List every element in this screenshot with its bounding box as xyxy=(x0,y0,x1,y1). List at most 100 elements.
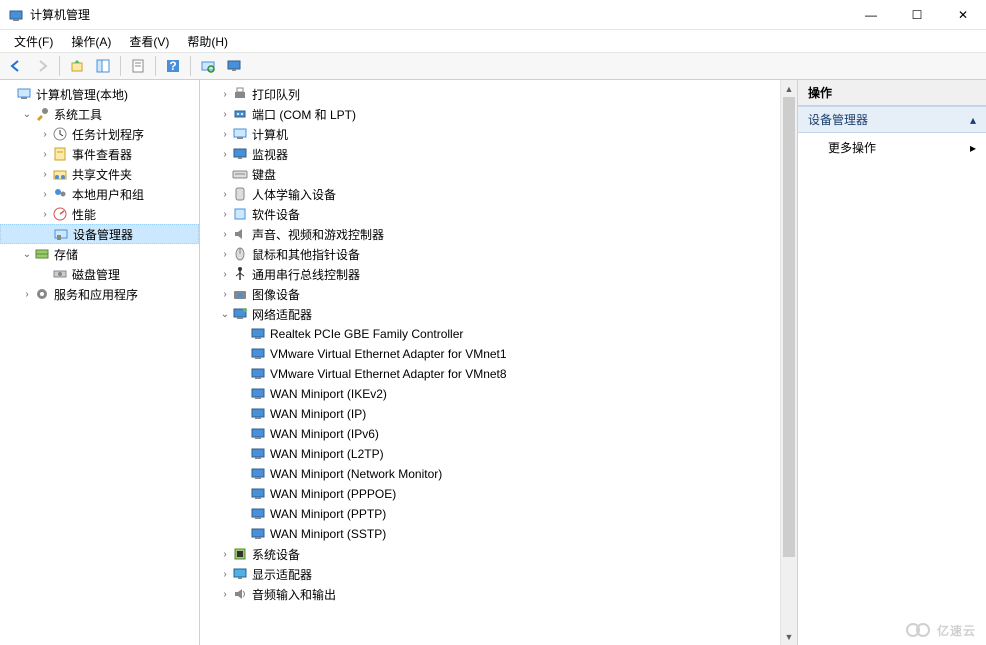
tree-item[interactable]: ›任务计划程序 xyxy=(0,124,199,144)
scroll-up-button[interactable]: ▲ xyxy=(781,80,797,97)
port-icon xyxy=(232,106,248,122)
expander-closed-icon[interactable]: › xyxy=(218,547,232,561)
forward-button[interactable] xyxy=(30,55,54,77)
expander-closed-icon[interactable]: › xyxy=(218,127,232,141)
usb-icon xyxy=(232,266,248,282)
toolbar: ? xyxy=(0,52,986,80)
more-actions-label: 更多操作 xyxy=(828,139,876,156)
tree-item[interactable]: ›共享文件夹 xyxy=(0,164,199,184)
software-icon xyxy=(232,206,248,222)
tree-item[interactable]: ›图像设备 xyxy=(214,284,797,304)
up-button[interactable] xyxy=(65,55,89,77)
tree-item-label: 系统工具 xyxy=(54,106,102,123)
console-tree[interactable]: ·计算机管理(本地) ⌄ 系统工具›任务计划程序›事件查看器›共享文件夹›本地用户和… xyxy=(0,84,199,304)
expander-closed-icon[interactable]: › xyxy=(38,207,52,221)
svg-text:?: ? xyxy=(169,59,176,73)
nic-icon xyxy=(250,466,266,482)
expander-closed-icon[interactable]: › xyxy=(218,87,232,101)
expander-closed-icon[interactable]: › xyxy=(38,127,52,141)
expander-closed-icon[interactable]: › xyxy=(218,567,232,581)
eventviewer-icon xyxy=(52,146,68,162)
expander-open-icon[interactable]: ⌄ xyxy=(20,247,34,261)
tree-item[interactable]: ·WAN Miniport (SSTP) xyxy=(214,524,797,544)
expander-closed-icon[interactable]: › xyxy=(38,187,52,201)
tree-item-label: VMware Virtual Ethernet Adapter for VMne… xyxy=(270,367,507,381)
scroll-thumb[interactable] xyxy=(783,97,795,557)
tree-item[interactable]: ›事件查看器 xyxy=(0,144,199,164)
back-button[interactable] xyxy=(4,55,28,77)
expander-closed-icon[interactable]: › xyxy=(218,107,232,121)
tree-item-label: 磁盘管理 xyxy=(72,266,120,283)
tree-item[interactable]: ›音频输入和输出 xyxy=(214,584,797,604)
tree-item[interactable]: ·WAN Miniport (Network Monitor) xyxy=(214,464,797,484)
tree-item[interactable]: ›性能 xyxy=(0,204,199,224)
device-tree[interactable]: ›打印队列›端口 (COM 和 LPT)›计算机›监视器·键盘›人体学输入设备›… xyxy=(200,80,797,608)
tree-item[interactable]: ·Realtek PCIe GBE Family Controller xyxy=(214,324,797,344)
nic-icon xyxy=(250,446,266,462)
more-actions-item[interactable]: 更多操作 ▸ xyxy=(798,133,986,162)
expander-closed-icon[interactable]: › xyxy=(38,147,52,161)
tree-item[interactable]: ·计算机管理(本地) xyxy=(0,84,199,104)
tree-item[interactable]: ·WAN Miniport (L2TP) xyxy=(214,444,797,464)
tree-item[interactable]: ·WAN Miniport (PPPOE) xyxy=(214,484,797,504)
tree-item[interactable]: ·WAN Miniport (IKEv2) xyxy=(214,384,797,404)
scroll-down-button[interactable]: ▼ xyxy=(781,628,797,645)
tree-item[interactable]: ·WAN Miniport (PPTP) xyxy=(214,504,797,524)
scan-hardware-button[interactable] xyxy=(196,55,220,77)
expander-closed-icon[interactable]: › xyxy=(218,147,232,161)
menu-file[interactable]: 文件(F) xyxy=(6,31,61,52)
expander-closed-icon[interactable]: › xyxy=(218,267,232,281)
help-button[interactable]: ? xyxy=(161,55,185,77)
tree-item[interactable]: ·磁盘管理 xyxy=(0,264,199,284)
tree-item[interactable]: ⌄存储 xyxy=(0,244,199,264)
tree-item-label: WAN Miniport (IKEv2) xyxy=(270,387,387,401)
expander-closed-icon[interactable]: › xyxy=(20,287,34,301)
tree-item[interactable]: ›本地用户和组 xyxy=(0,184,199,204)
tree-item[interactable]: ·设备管理器 xyxy=(0,224,199,244)
menu-view[interactable]: 查看(V) xyxy=(121,31,177,52)
expander-closed-icon[interactable]: › xyxy=(218,187,232,201)
tree-item[interactable]: ›人体学输入设备 xyxy=(214,184,797,204)
expander-open-icon[interactable]: ⌄ xyxy=(20,107,34,121)
tree-item[interactable]: ·VMware Virtual Ethernet Adapter for VMn… xyxy=(214,344,797,364)
tree-item[interactable]: ›端口 (COM 和 LPT) xyxy=(214,104,797,124)
nic-icon xyxy=(250,526,266,542)
tree-item[interactable]: ›计算机 xyxy=(214,124,797,144)
expander-closed-icon[interactable]: › xyxy=(218,207,232,221)
tree-item[interactable]: ·WAN Miniport (IPv6) xyxy=(214,424,797,444)
computer-icon xyxy=(232,126,248,142)
tree-item[interactable]: ›声音、视频和游戏控制器 xyxy=(214,224,797,244)
tree-item[interactable]: ⌄网络适配器 xyxy=(214,304,797,324)
tree-item-label: 软件设备 xyxy=(252,206,300,223)
vertical-scrollbar[interactable]: ▲ ▼ xyxy=(780,80,797,645)
expander-closed-icon[interactable]: › xyxy=(218,287,232,301)
monitor-button[interactable] xyxy=(222,55,246,77)
tree-item[interactable]: ›打印队列 xyxy=(214,84,797,104)
tree-item-label: 鼠标和其他指针设备 xyxy=(252,246,360,263)
expander-closed-icon[interactable]: › xyxy=(218,587,232,601)
close-button[interactable]: ✕ xyxy=(940,0,986,30)
menu-action[interactable]: 操作(A) xyxy=(63,31,119,52)
tree-item[interactable]: ›监视器 xyxy=(214,144,797,164)
menu-help[interactable]: 帮助(H) xyxy=(179,31,236,52)
tree-item[interactable]: ›服务和应用程序 xyxy=(0,284,199,304)
show-hide-tree-button[interactable] xyxy=(91,55,115,77)
tree-item[interactable]: ›显示适配器 xyxy=(214,564,797,584)
expander-closed-icon[interactable]: › xyxy=(218,227,232,241)
tree-item[interactable]: › 鼠标和其他指针设备 xyxy=(214,244,797,264)
tree-item[interactable]: ·WAN Miniport (IP) xyxy=(214,404,797,424)
expander-open-icon[interactable]: ⌄ xyxy=(218,307,232,321)
tree-item[interactable]: ⌄ 系统工具 xyxy=(0,104,199,124)
tree-item[interactable]: ·键盘 xyxy=(214,164,797,184)
tree-item-label: WAN Miniport (PPPOE) xyxy=(270,487,396,501)
tree-item[interactable]: ›系统设备 xyxy=(214,544,797,564)
actions-section[interactable]: 设备管理器 ▴ xyxy=(798,106,986,133)
expander-closed-icon[interactable]: › xyxy=(38,167,52,181)
minimize-button[interactable]: — xyxy=(848,0,894,30)
properties-button[interactable] xyxy=(126,55,150,77)
maximize-button[interactable]: ☐ xyxy=(894,0,940,30)
tree-item[interactable]: ·VMware Virtual Ethernet Adapter for VMn… xyxy=(214,364,797,384)
tree-item[interactable]: › 软件设备 xyxy=(214,204,797,224)
tree-item[interactable]: ›通用串行总线控制器 xyxy=(214,264,797,284)
expander-closed-icon[interactable]: › xyxy=(218,247,232,261)
